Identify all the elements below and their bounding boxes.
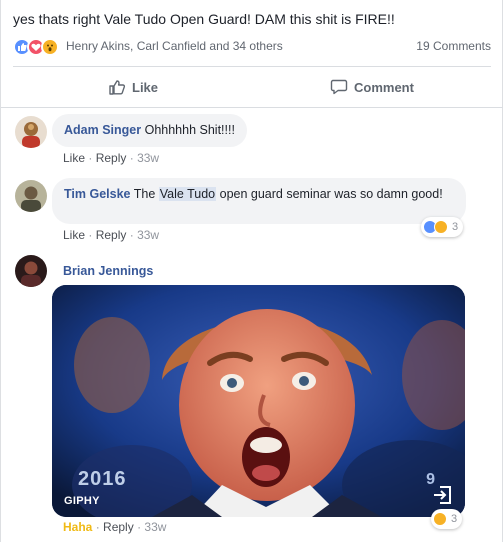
comment-like-link[interactable]: Like xyxy=(63,151,85,165)
comment-author[interactable]: Brian Jennings xyxy=(63,264,153,278)
comment-like-link[interactable]: Like xyxy=(63,228,85,242)
comment-text-before: The xyxy=(133,187,156,201)
comment-meta: Haha · Reply · 33w xyxy=(63,520,167,534)
like-label: Like xyxy=(132,79,159,95)
wow-icon xyxy=(434,220,448,234)
wow-icon xyxy=(41,38,59,56)
giphy-gif[interactable]: 2016 9 GIPHY xyxy=(52,285,465,517)
comment-reply-link[interactable]: Reply xyxy=(96,151,127,165)
comment-meta: Like · Reply · 33w xyxy=(63,151,160,165)
highlighted-keyword[interactable]: Vale Tudo xyxy=(158,187,217,201)
thumbs-up-icon xyxy=(109,80,126,95)
comment-icon xyxy=(330,79,348,95)
share-icon[interactable] xyxy=(431,483,455,507)
haha-icon xyxy=(433,512,447,526)
gif-year-overlay: 2016 xyxy=(78,468,127,490)
divider xyxy=(1,107,503,108)
like-button[interactable]: Like xyxy=(108,68,158,106)
avatar[interactable] xyxy=(15,116,47,148)
comment-text-after: open guard seminar was so damn good! xyxy=(219,187,443,201)
comment-author[interactable]: Adam Singer xyxy=(64,123,141,137)
avatar[interactable] xyxy=(15,255,47,287)
post-actions: Like Comment xyxy=(13,68,491,106)
comment-timestamp[interactable]: 33w xyxy=(137,228,159,242)
divider xyxy=(13,66,491,67)
comment-meta: Like · Reply · 33w xyxy=(63,228,160,242)
comment-reaction-link[interactable]: Haha xyxy=(63,520,92,534)
comment-author[interactable]: Tim Gelske xyxy=(64,187,130,201)
comment-reactions-badge[interactable]: 3 xyxy=(431,509,463,529)
comment-count[interactable]: 19 Comments xyxy=(416,39,491,53)
post-text: yes thats right Vale Tudo Open Guard! DA… xyxy=(13,11,395,27)
comment-bubble: Tim Gelske The Vale Tudo open guard semi… xyxy=(52,178,466,224)
reactions-summary[interactable]: Henry Akins, Carl Canfield and 34 others… xyxy=(13,38,491,56)
comment-header: Brian Jennings xyxy=(63,264,153,278)
comment-timestamp[interactable]: 33w xyxy=(144,520,166,534)
reactor-names[interactable]: Henry Akins, Carl Canfield and 34 others xyxy=(66,39,283,53)
comment-reactions-badge[interactable]: 3 xyxy=(421,217,464,237)
comment-reply-link[interactable]: Reply xyxy=(103,520,134,534)
comment-reply-link[interactable]: Reply xyxy=(96,228,127,242)
comment-button[interactable]: Comment xyxy=(330,68,414,106)
reaction-count: 3 xyxy=(451,513,458,525)
facebook-post: yes thats right Vale Tudo Open Guard! DA… xyxy=(0,0,503,542)
comment-timestamp[interactable]: 33w xyxy=(137,151,159,165)
comment-bubble: Adam Singer Ohhhhhh Shit!!!! xyxy=(52,114,247,147)
avatar[interactable] xyxy=(15,180,47,212)
reaction-count: 3 xyxy=(452,221,459,233)
comment-label: Comment xyxy=(354,79,414,95)
giphy-attribution[interactable]: GIPHY xyxy=(64,495,100,507)
comment-text: Ohhhhhh Shit!!!! xyxy=(144,123,235,137)
